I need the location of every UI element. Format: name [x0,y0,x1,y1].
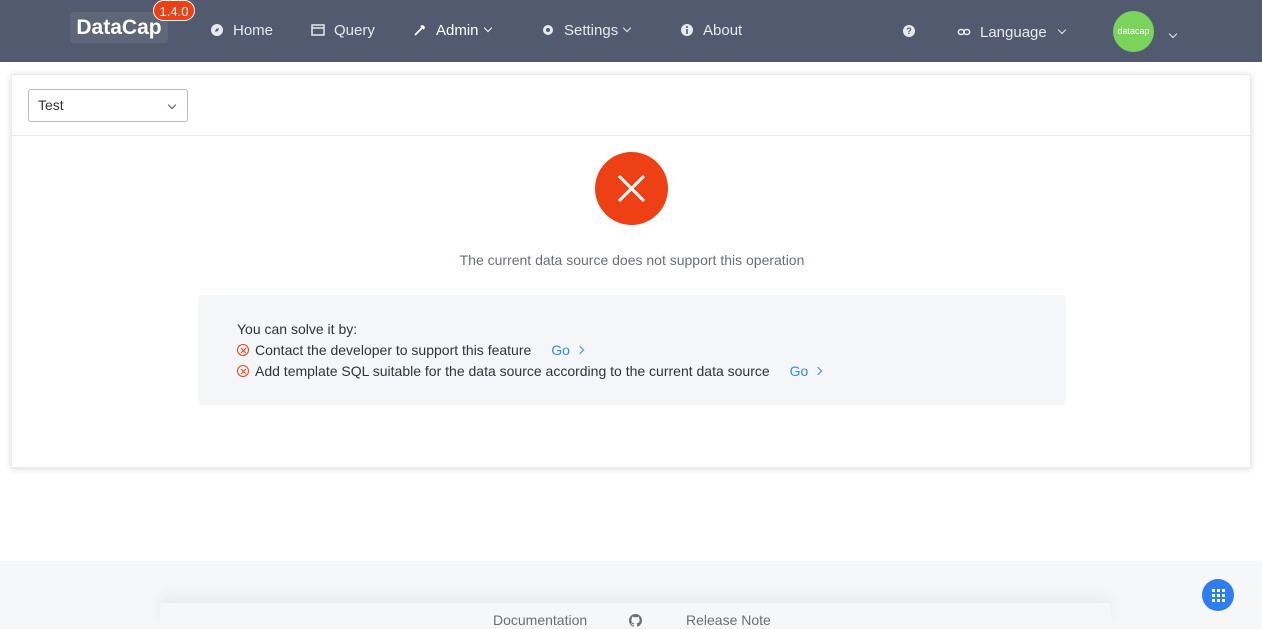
apps-grid-button[interactable] [1202,579,1234,611]
solution-item: Add template SQL suitable for the data s… [237,362,823,380]
chevron-down-icon[interactable] [1164,24,1178,42]
nav-settings[interactable]: Settings [541,20,632,40]
chevron-down-icon [1057,25,1066,35]
go-link-label: Go [789,363,809,379]
compass-icon [210,23,224,37]
help-icon[interactable]: ? [903,25,915,37]
nav-home-label: Home [233,21,274,39]
solutions-panel: You can solve it by: Contact the develop… [198,295,1066,405]
data-source-select-value: Test [38,97,64,113]
nav-settings-label: Settings [564,21,619,39]
info-icon [680,23,694,37]
chevron-down-icon [167,100,177,110]
language-label: Language [980,23,1047,41]
solution-text: Contact the developer to support this fe… [255,342,532,358]
gear-icon [541,23,555,37]
nav-admin[interactable]: Admin [413,20,492,40]
main-card: Test The current data source does not su… [11,74,1251,468]
documentation-link[interactable]: Documentation [493,612,587,628]
chevron-down-icon [483,23,492,33]
version-badge: 1.4.0 [153,0,195,21]
nav-admin-label: Admin [436,21,479,39]
close-circle-icon [237,344,249,356]
result-title: The current data source does not support… [459,252,805,268]
solutions-title: You can solve it by: [237,321,358,337]
app-logo[interactable]: DataCap [70,12,168,43]
chevron-right-icon [814,366,823,376]
go-link-label: Go [551,342,570,358]
window-icon [311,23,325,37]
language-selector[interactable]: Language [957,22,1066,42]
nav-query[interactable]: Query [311,20,375,40]
error-icon [595,152,668,225]
solution-go-link[interactable]: Go [551,342,585,358]
solution-item: Contact the developer to support this fe… [237,341,585,359]
solution-go-link[interactable]: Go [789,363,823,379]
hammer-icon [413,23,427,37]
chevron-down-icon [622,23,632,33]
close-circle-icon [237,365,249,377]
nav-about-label: About [703,21,743,39]
top-nav-bar: DataCap 1.4.0 Home Query Admin Settings … [0,0,1262,62]
github-icon[interactable] [629,614,642,629]
data-source-select[interactable]: Test [28,89,188,122]
nav-home[interactable]: Home [210,20,273,40]
release-note-link[interactable]: Release Note [686,612,771,628]
chevron-right-icon [575,345,585,355]
nav-query-label: Query [334,21,375,39]
solution-text: Add template SQL suitable for the data s… [255,363,770,379]
card-header: Test [12,75,1250,136]
infinity-icon [957,25,971,39]
user-avatar[interactable]: datacap [1113,11,1154,52]
nav-about[interactable]: About [680,20,742,40]
